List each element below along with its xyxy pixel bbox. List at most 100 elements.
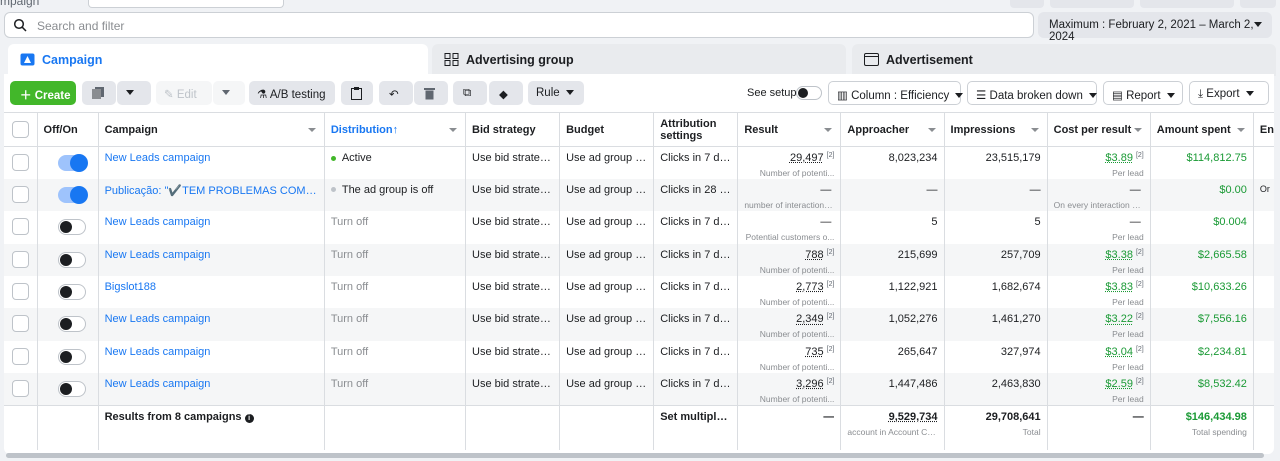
campaign-toggle[interactable] (57, 348, 86, 365)
table-row[interactable]: New Leads campaign Turn off Use bid strate… (4, 340, 1274, 374)
campaign-toggle[interactable] (57, 185, 88, 204)
duplicate-button[interactable] (82, 81, 116, 105)
row-checkbox[interactable] (11, 380, 29, 398)
row-checkbox[interactable] (11, 347, 29, 365)
totals-impressions-sub: Total (1022, 427, 1041, 438)
header-bid-strategy[interactable]: Bid strategy (465, 112, 561, 147)
result-value[interactable]: 2,773 (796, 281, 824, 293)
campaign-toggle[interactable] (57, 381, 86, 398)
select-all-checkbox[interactable] (11, 121, 29, 138)
preview-button[interactable]: ⧉ (453, 81, 487, 105)
select-all-header[interactable] (4, 112, 38, 147)
table-row[interactable]: New Leads campaign Turn off Use bid strate… (4, 211, 1274, 244)
campaign-toggle[interactable] (57, 284, 86, 301)
info-icon[interactable]: i (244, 414, 254, 424)
tab-advertisement[interactable]: Advertisement (852, 44, 1276, 76)
tag-button[interactable]: ◆ (489, 81, 523, 105)
header-campaign[interactable]: Campaign (98, 112, 325, 147)
totals-cpr-text: — (1132, 411, 1144, 424)
result-value[interactable]: 735 (805, 346, 823, 358)
top-button-2[interactable] (1140, 0, 1234, 8)
header-budget[interactable]: Budget (559, 112, 655, 147)
cost-per-result-value[interactable]: $3.83 (1105, 281, 1133, 293)
see-setup-toggle[interactable] (796, 86, 822, 100)
header-approacher[interactable]: Approacher (840, 112, 945, 147)
result-value[interactable]: 2,349 (796, 313, 824, 325)
header-off-on[interactable]: Off/On (37, 112, 99, 147)
undo-button[interactable]: ↶ (379, 81, 413, 105)
tab-campaign[interactable]: Campaign (8, 44, 428, 76)
result-value[interactable]: — (820, 216, 831, 228)
table-row[interactable]: New Leads campaign Turn off Use bid strate… (4, 243, 1274, 277)
clipboard-button[interactable] (341, 81, 373, 105)
budget-cell: Use ad group bu... (559, 340, 655, 374)
top-icon-button[interactable] (1010, 0, 1044, 8)
table-row[interactable]: Publicação: "✔️TEM PROBLEMAS COM PIOLHO T… (4, 178, 1274, 212)
result-value[interactable]: 788 (805, 249, 823, 261)
campaign-link[interactable]: New Leads campaign (105, 341, 318, 358)
header-result[interactable]: Result (737, 112, 842, 147)
campaign-toggle[interactable] (57, 316, 86, 333)
cost-per-result-value[interactable]: — (1130, 216, 1141, 228)
breakdown-selector[interactable]: ☰ Data broken down (967, 81, 1097, 105)
date-range-picker[interactable]: Maximum : February 2, 2021 – March 2, 20… (1038, 12, 1272, 43)
header-impressions[interactable]: Impressions (944, 112, 1048, 147)
campaign-link[interactable]: Bigslot188 (105, 276, 318, 293)
end-cell (1253, 146, 1274, 179)
delete-button[interactable] (414, 81, 448, 105)
campaign-link[interactable]: New Leads campaign (105, 244, 318, 261)
export-button[interactable]: ⤓ Export (1189, 81, 1269, 105)
table-row[interactable]: New Leads campaign Turn off Use bid strate… (4, 373, 1274, 406)
tab-advertising-group[interactable]: Advertising group (432, 44, 846, 76)
horizontal-scrollbar[interactable] (6, 453, 1264, 458)
distribution-cell: The ad group is off (324, 178, 467, 212)
campaign-link[interactable]: Publicação: "✔️TEM PROBLEMAS COM PIOLHO (105, 179, 318, 197)
table-row[interactable]: Bigslot188 Turn off Use bid strategie... Us… (4, 276, 1274, 309)
search-filter-bar[interactable]: Search and filter (4, 12, 1034, 38)
row-checkbox[interactable] (11, 283, 29, 301)
campaign-name-cell: New Leads campaign (98, 243, 325, 277)
create-button[interactable]: ＋ Create (10, 81, 76, 105)
report-button[interactable]: ▤ Report (1103, 81, 1183, 105)
trash-icon (424, 88, 435, 100)
pencil-icon: ✎ (164, 89, 177, 101)
table-row[interactable]: New Leads campaign Active Use bid strategi… (4, 146, 1274, 179)
cost-per-result-value[interactable]: $3.89 (1105, 152, 1133, 164)
cost-per-result-value[interactable]: $3.04 (1105, 346, 1133, 358)
top-button-1[interactable] (1050, 0, 1134, 8)
row-checkbox[interactable] (11, 154, 29, 171)
campaign-link[interactable]: New Leads campaign (105, 373, 318, 390)
cost-per-result-value[interactable]: $3.22 (1105, 313, 1133, 325)
duplicate-dropdown[interactable] (117, 81, 151, 105)
cost-per-result-value[interactable]: $3.38 (1105, 249, 1133, 261)
header-distribution[interactable]: Distribution↑ (324, 112, 467, 147)
cost-per-result-value[interactable]: — (1130, 184, 1141, 196)
table-row[interactable]: New Leads campaign Turn off Use bid strate… (4, 308, 1274, 341)
row-checkbox[interactable] (11, 315, 29, 333)
result-value[interactable]: — (820, 184, 831, 196)
campaign-toggle[interactable] (57, 251, 86, 268)
header-amount-spent[interactable]: Amount spent (1150, 112, 1254, 147)
row-checkbox[interactable] (11, 218, 29, 236)
cost-per-result-value[interactable]: $2.59 (1105, 378, 1133, 390)
rule-button[interactable]: Rule (528, 81, 584, 105)
campaign-link[interactable]: New Leads campaign (105, 147, 318, 164)
top-button-3[interactable] (1240, 0, 1276, 8)
campaign-flag-icon (20, 53, 35, 66)
edit-button[interactable]: ✎ Edit (156, 81, 212, 105)
campaign-link[interactable]: New Leads campaign (105, 211, 318, 228)
campaign-toggle[interactable] (57, 154, 88, 172)
result-value[interactable]: 3,296 (796, 378, 824, 390)
row-checkbox[interactable] (11, 250, 29, 268)
row-checkbox[interactable] (11, 185, 29, 203)
column-selector[interactable]: ▥ Column : Efficiency (828, 81, 964, 105)
header-cost-per-result[interactable]: Cost per result (1047, 112, 1151, 147)
header-attribution[interactable]: Attribution settings (653, 112, 739, 147)
account-selector[interactable] (88, 0, 284, 8)
campaign-link[interactable]: New Leads campaign (105, 308, 318, 325)
result-value[interactable]: 29,497 (790, 152, 824, 164)
campaign-toggle[interactable] (57, 219, 86, 236)
header-end[interactable]: End (1253, 112, 1274, 147)
edit-dropdown[interactable] (213, 81, 245, 105)
ab-testing-button[interactable]: ⚗ A/B testing (249, 81, 335, 105)
